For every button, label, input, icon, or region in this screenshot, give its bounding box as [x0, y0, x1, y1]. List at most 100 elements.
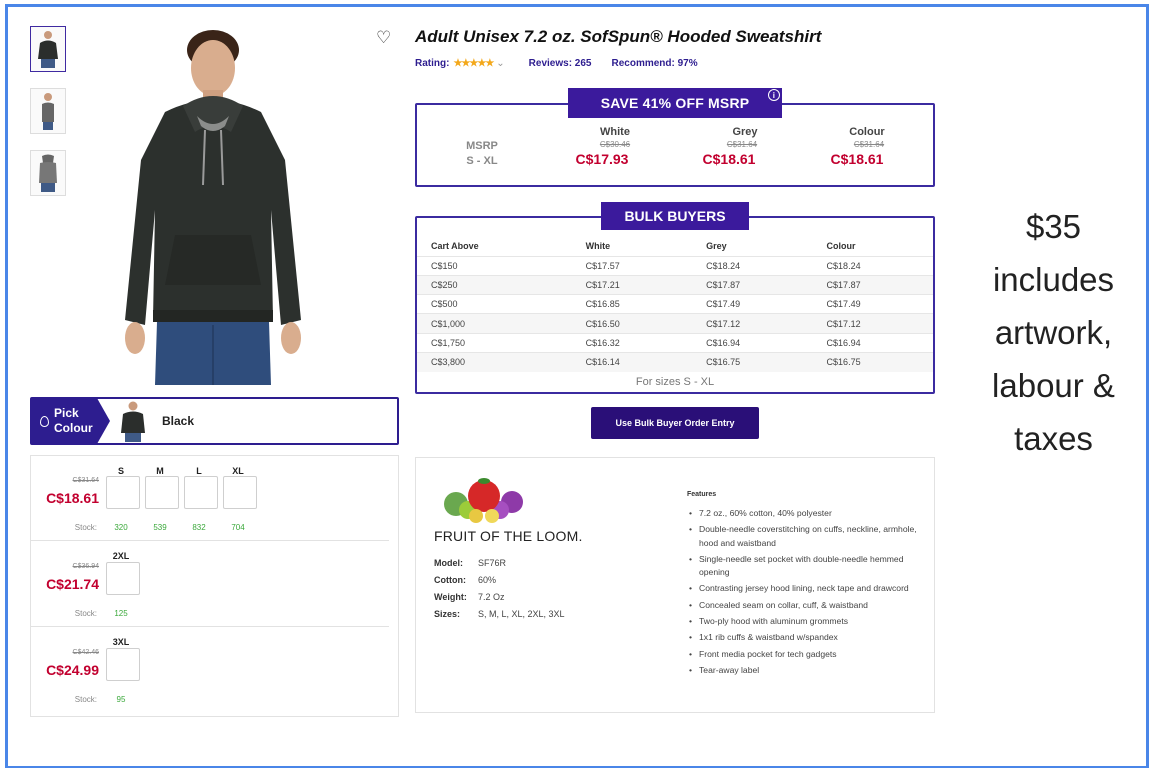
msrp-col-colour: Colour — [849, 126, 885, 138]
note-line: includes — [992, 261, 1115, 298]
size-header-xl: XL — [232, 466, 244, 476]
table-cell: C$500 — [417, 294, 572, 314]
old-price: C$42.46 — [72, 649, 99, 656]
col-header-grey: Grey — [706, 240, 727, 251]
rating-label: Rating: — [415, 58, 450, 69]
feature-item: Contrasting jersey hood lining, neck tap… — [687, 582, 927, 596]
table-cell: C$17.12 — [812, 313, 933, 334]
stock-3xl: 95 — [116, 695, 126, 704]
divider — [31, 540, 389, 541]
bulk-buyers-banner: BULK BUYERS — [601, 202, 749, 230]
note-line: taxes — [1014, 420, 1093, 457]
table-row: C$1,000 C$16.50 C$17.12 C$17.12 — [417, 313, 933, 334]
table-cell: C$16.94 — [812, 332, 933, 353]
qty-input-m[interactable] — [145, 476, 179, 509]
thumbnail-front[interactable] — [30, 26, 66, 72]
features-list: 7.2 oz., 60% cotton, 40% polyester Doubl… — [687, 507, 927, 680]
table-row: C$3,800 C$16.14 C$16.75 C$16.75 — [417, 351, 933, 372]
pricing-note: $35 includes artwork, labour & taxes — [966, 200, 1141, 465]
qty-input-3xl[interactable] — [106, 648, 140, 681]
feature-item: Concealed seam on collar, cuff, & waistb… — [687, 599, 927, 613]
pick-label-line2: Colour — [54, 421, 93, 435]
table-cell: C$17.87 — [692, 274, 813, 295]
qty-input-2xl[interactable] — [106, 562, 140, 595]
feature-item: Single-needle set pocket with double-nee… — [687, 553, 927, 580]
feature-item: Two-ply hood with aluminum grommets — [687, 615, 927, 629]
table-header-row: Cart Above White Grey Colour — [417, 236, 933, 256]
msrp-new-white: C$17.93 — [575, 151, 629, 167]
droplet-icon — [40, 415, 49, 427]
thumbnail-back[interactable] — [30, 150, 66, 196]
bulk-order-entry-button[interactable]: Use Bulk Buyer Order Entry — [591, 407, 759, 439]
stock-label: Stock: — [74, 609, 97, 618]
size-header-3xl: 3XL — [112, 637, 130, 647]
wishlist-heart-icon[interactable]: ♡ — [376, 28, 391, 48]
table-row: C$500 C$16.85 C$17.49 C$17.49 — [417, 294, 933, 314]
stock-l: 832 — [192, 523, 206, 532]
stock-m: 539 — [153, 523, 167, 532]
table-cell: C$150 — [417, 255, 572, 276]
bulk-size-note: For sizes S - XL — [635, 376, 715, 388]
size-header-2xl: 2XL — [112, 551, 130, 561]
table-row: C$150 C$17.57 C$18.24 C$18.24 — [417, 255, 933, 276]
bulk-pricing-table: Cart Above White Grey Colour C$150 C$17.5… — [417, 236, 933, 372]
table-cell: C$16.85 — [571, 294, 693, 314]
table-cell: C$16.75 — [812, 351, 933, 372]
qty-input-s[interactable] — [106, 476, 140, 509]
rating-stars-icon[interactable]: ★★★★★ — [453, 58, 494, 69]
reviews-link[interactable]: Reviews: 265 — [529, 58, 592, 69]
chevron-down-icon[interactable]: ⌄ — [496, 58, 504, 69]
thumbnail-side[interactable] — [30, 88, 66, 134]
save-banner: SAVE 41% OFF MSRP i — [568, 88, 782, 118]
colour-picker[interactable]: Pick Colour Black — [30, 397, 399, 445]
size-header-m: M — [156, 466, 164, 476]
pick-colour-tag: Pick Colour — [32, 399, 110, 443]
table-cell: C$16.75 — [692, 351, 813, 372]
msrp-old-colour: C$31.64 — [853, 140, 885, 149]
table-cell: C$3,800 — [417, 351, 572, 372]
old-price: C$36.94 — [72, 563, 99, 570]
note-line: labour & — [992, 367, 1115, 404]
stock-xl: 704 — [231, 523, 245, 532]
qty-input-l[interactable] — [184, 476, 218, 509]
msrp-size-range: S - XL — [466, 155, 498, 167]
qty-input-xl[interactable] — [223, 476, 257, 509]
size-quantity-panel: S M L XL C$31.64 C$18.61 Stock: 320 539 … — [30, 455, 399, 717]
selected-colour-name: Black — [162, 414, 195, 428]
size-header-l: L — [196, 466, 202, 476]
spec-model-value: SF76R — [478, 558, 507, 568]
col-header-white: White — [585, 240, 611, 251]
spec-weight-value: 7.2 Oz — [478, 592, 505, 602]
table-cell: C$16.32 — [571, 332, 693, 353]
info-icon[interactable]: i — [768, 89, 780, 101]
feature-item: Double-needle coverstitching on cuffs, n… — [687, 523, 927, 550]
msrp-col-white: White — [600, 126, 630, 138]
table-cell: C$17.49 — [692, 294, 813, 314]
table-row: C$1,750 C$16.32 C$16.94 C$16.94 — [417, 332, 933, 353]
table-cell: C$16.94 — [692, 332, 813, 353]
spec-model: Model: SF76R — [434, 558, 506, 568]
table-cell: C$1,000 — [417, 313, 572, 334]
spec-model-label: Model: — [434, 558, 463, 568]
new-price: C$24.99 — [46, 662, 99, 678]
table-cell: C$16.14 — [571, 351, 693, 372]
spec-sizes-label: Sizes: — [434, 609, 461, 619]
product-details-panel: FRUIT OF THE LOOM. Model: SF76R Cotton: 60… — [415, 457, 935, 713]
spec-sizes: Sizes: S, M, L, XL, 2XL, 3XL — [434, 609, 565, 619]
spec-sizes-value: S, M, L, XL, 2XL, 3XL — [478, 609, 565, 619]
table-cell: C$18.24 — [692, 255, 813, 276]
size-header-s: S — [117, 466, 124, 476]
stock-2xl: 125 — [114, 609, 128, 618]
table-cell: C$17.57 — [571, 255, 693, 276]
colour-swatch-thumbnail — [118, 399, 148, 443]
table-cell: C$17.49 — [812, 294, 933, 314]
msrp-new-colour: C$18.61 — [830, 151, 884, 167]
spec-cotton-label: Cotton: — [434, 575, 466, 585]
new-price: C$21.74 — [46, 576, 99, 592]
table-cell: C$1,750 — [417, 332, 572, 353]
feature-item: 7.2 oz., 60% cotton, 40% polyester — [687, 507, 927, 521]
stock-s: 320 — [114, 523, 128, 532]
stock-label: Stock: — [74, 695, 97, 704]
product-title: Adult Unisex 7.2 oz. SofSpun® Hooded Swe… — [415, 27, 822, 46]
feature-item: Front media pocket for tech gadgets — [687, 648, 927, 662]
